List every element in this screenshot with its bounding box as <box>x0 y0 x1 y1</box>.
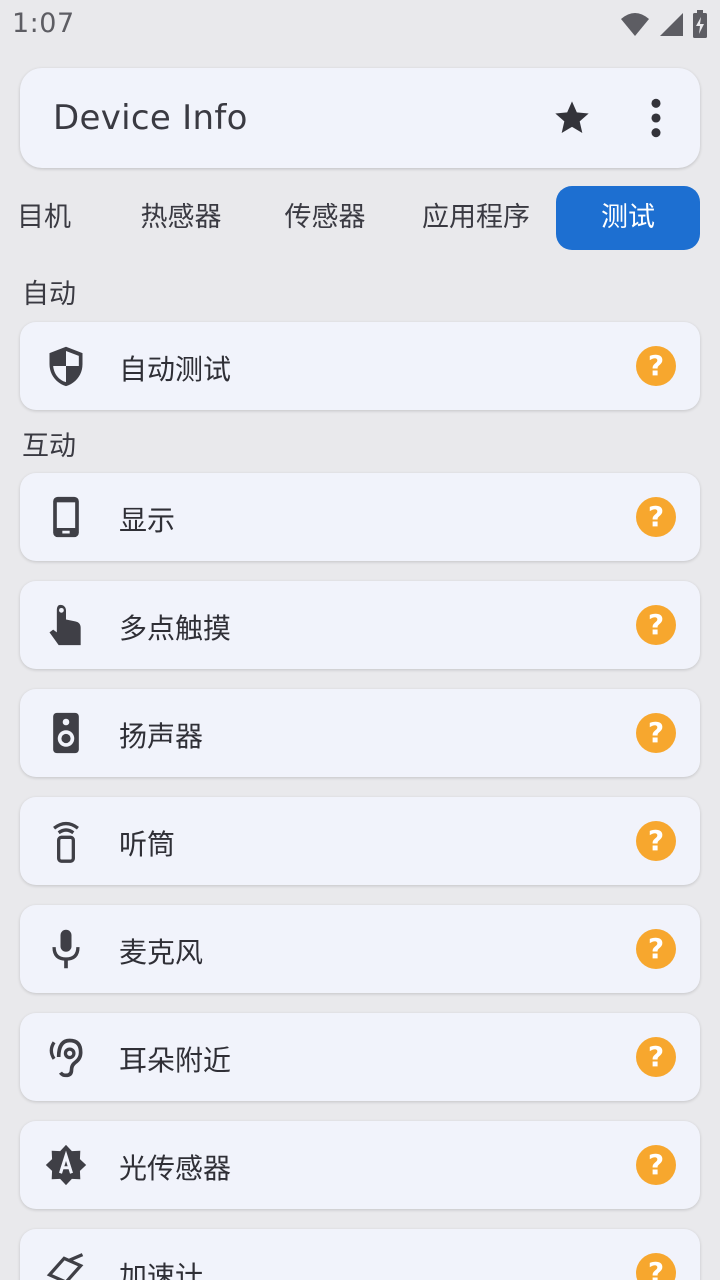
list-item-proximity[interactable]: 耳朵附近 ? <box>20 1013 700 1101</box>
help-icon[interactable]: ? <box>636 1037 676 1077</box>
speaker-icon <box>53 712 79 754</box>
status-icons <box>620 10 708 38</box>
shield-icon <box>49 346 83 387</box>
list-item-speaker[interactable]: 扬声器 ? <box>20 689 700 777</box>
list-item-display[interactable]: 显示 ? <box>20 473 700 561</box>
tab-tests[interactable]: 测试 <box>556 186 700 250</box>
tab-device[interactable]: 目机 <box>14 186 74 250</box>
list-item-auto-test[interactable]: 自动测试 ? <box>20 322 700 410</box>
help-icon[interactable]: ? <box>636 821 676 861</box>
help-icon[interactable]: ? <box>636 497 676 537</box>
help-icon[interactable]: ? <box>636 929 676 969</box>
section-header-auto: 自动 <box>22 279 76 310</box>
list-item-microphone[interactable]: 麦克风 ? <box>20 905 700 993</box>
app-title: Device Info <box>53 98 248 138</box>
tab-apps[interactable]: 应用程序 <box>410 186 542 250</box>
star-icon[interactable] <box>552 98 592 138</box>
ear-icon <box>49 1038 83 1078</box>
status-time: 1:07 <box>12 8 75 39</box>
list-item-label: 扬声器 <box>119 720 204 753</box>
tab-thermal[interactable]: 热感器 <box>126 186 236 250</box>
list-item-label: 加速计 <box>119 1260 204 1280</box>
signal-icon <box>660 13 683 36</box>
list-item-label: 听筒 <box>119 828 176 861</box>
battery-charging-icon <box>693 10 707 38</box>
list-item-label: 多点触摸 <box>119 612 232 645</box>
earpiece-icon <box>53 821 79 863</box>
section-header-interactive: 互动 <box>22 431 76 462</box>
accelerometer-icon <box>46 1253 84 1280</box>
help-icon[interactable]: ? <box>636 605 676 645</box>
app-bar: Device Info <box>20 68 700 168</box>
list-item-earpiece[interactable]: 听筒 ? <box>20 797 700 885</box>
tab-sensors[interactable]: 传感器 <box>270 186 380 250</box>
list-item-light-sensor[interactable]: 光传感器 ? <box>20 1121 700 1209</box>
help-icon[interactable]: ? <box>636 1253 676 1280</box>
help-icon[interactable]: ? <box>636 1145 676 1185</box>
list-item-label: 麦克风 <box>119 936 204 969</box>
more-vert-icon[interactable] <box>640 98 672 138</box>
list-item-label: 自动测试 <box>119 353 232 386</box>
touch-icon <box>49 604 81 646</box>
list-item-label: 显示 <box>119 504 176 537</box>
tab-bar: 目机 热感器 传感器 应用程序 测试 <box>0 186 720 250</box>
smartphone-icon <box>53 496 79 538</box>
list-item-accelerometer[interactable]: 加速计 ? <box>20 1229 700 1280</box>
help-icon[interactable]: ? <box>636 346 676 386</box>
list-item-multitouch[interactable]: 多点触摸 ? <box>20 581 700 669</box>
mic-icon <box>52 929 80 969</box>
status-bar: 1:07 <box>0 0 720 48</box>
brightness-auto-icon <box>45 1144 87 1186</box>
list-item-label: 光传感器 <box>119 1152 232 1185</box>
wifi-icon <box>621 13 649 36</box>
help-icon[interactable]: ? <box>636 713 676 753</box>
list-item-label: 耳朵附近 <box>119 1044 232 1077</box>
